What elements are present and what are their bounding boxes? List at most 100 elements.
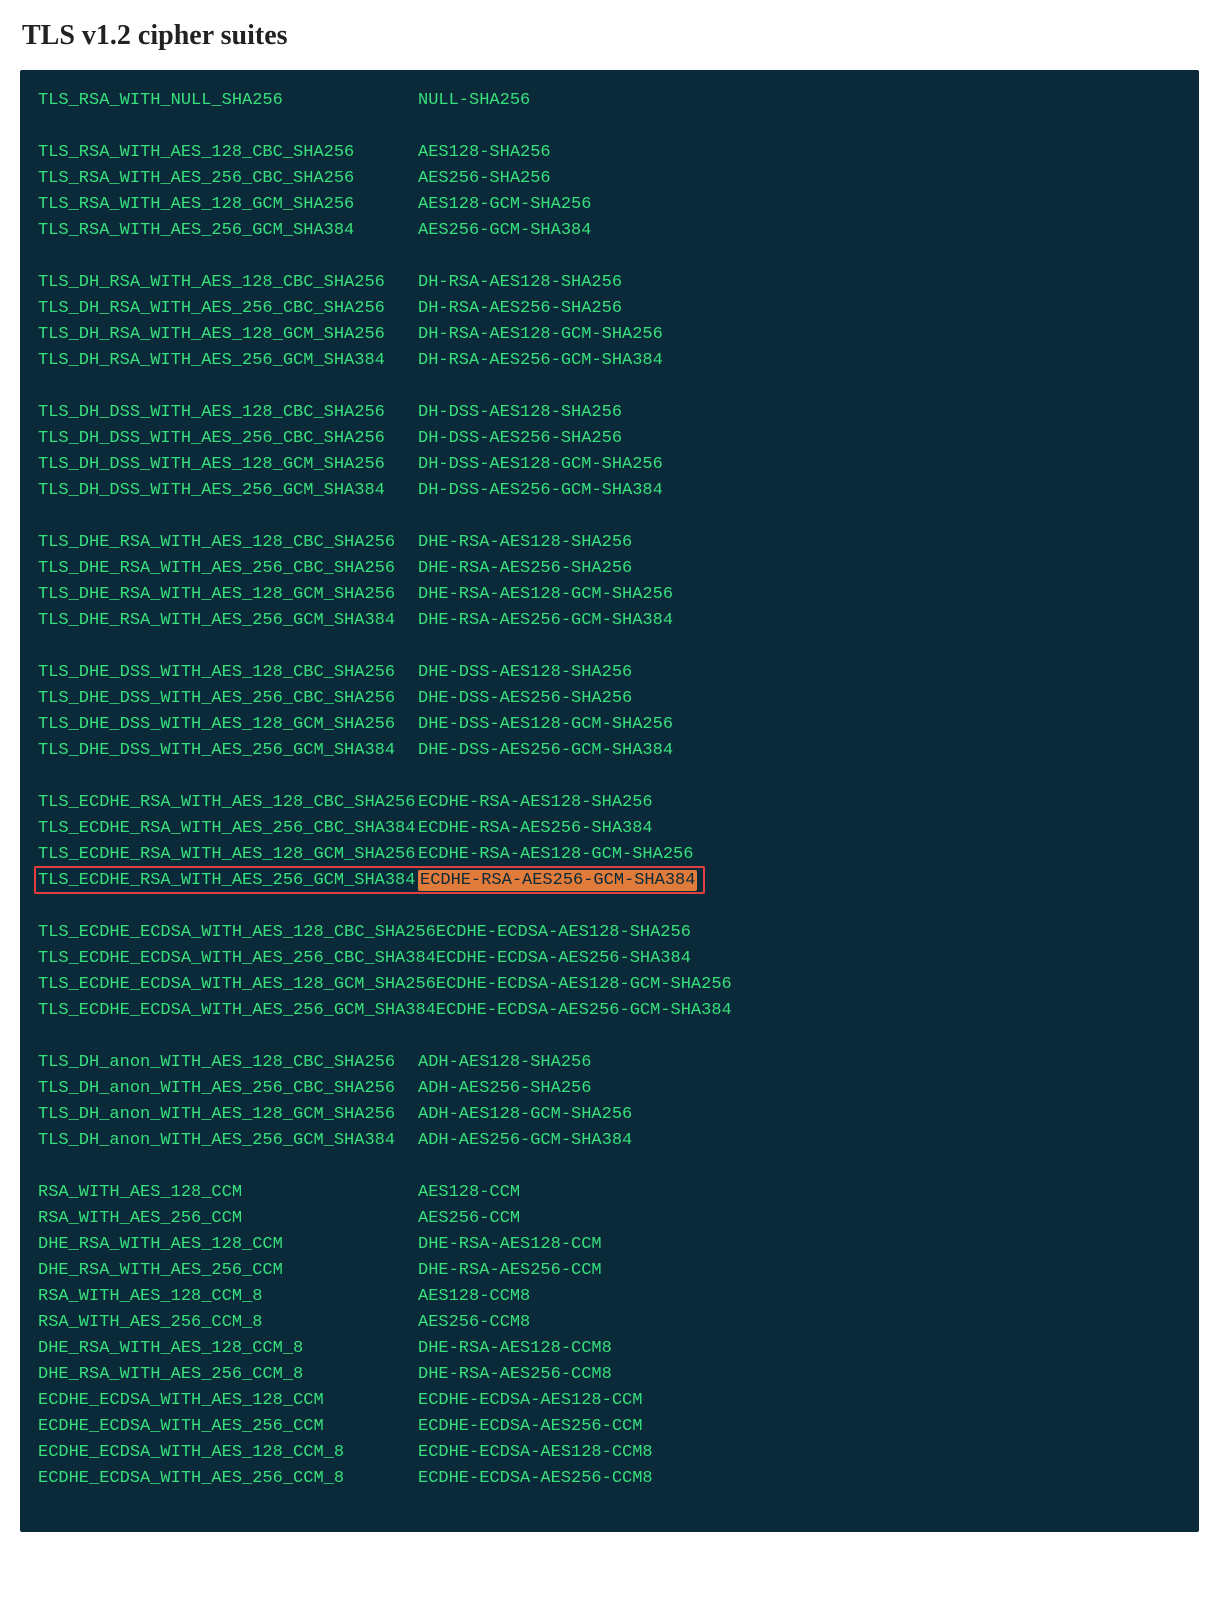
cipher-iana-name: DHE_RSA_WITH_AES_256_CCM — [38, 1258, 418, 1284]
blank-line — [38, 634, 1181, 660]
cipher-row: TLS_DH_anon_WITH_AES_128_GCM_SHA256ADH-A… — [38, 1102, 1181, 1128]
cipher-row: TLS_ECDHE_RSA_WITH_AES_256_CBC_SHA384ECD… — [38, 816, 1181, 842]
cipher-openssl-name: ECDHE-ECDSA-AES256-SHA384 — [436, 946, 691, 972]
cipher-iana-name: TLS_DH_anon_WITH_AES_128_CBC_SHA256 — [38, 1050, 418, 1076]
cipher-row: TLS_ECDHE_ECDSA_WITH_AES_256_CBC_SHA384E… — [38, 946, 1181, 972]
cipher-row: TLS_DH_RSA_WITH_AES_256_CBC_SHA256DH-RSA… — [38, 296, 1181, 322]
cipher-row: TLS_DHE_RSA_WITH_AES_128_GCM_SHA256DHE-R… — [38, 582, 1181, 608]
cipher-iana-name: TLS_ECDHE_RSA_WITH_AES_128_GCM_SHA256 — [38, 842, 418, 868]
blank-line — [38, 1154, 1181, 1180]
cipher-iana-name: TLS_DH_DSS_WITH_AES_256_GCM_SHA384 — [38, 478, 418, 504]
cipher-openssl-name: ECDHE-ECDSA-AES256-CCM — [418, 1414, 642, 1440]
cipher-iana-name: TLS_ECDHE_ECDSA_WITH_AES_128_GCM_SHA256 — [38, 972, 436, 998]
cipher-row: DHE_RSA_WITH_AES_128_CCM_8DHE-RSA-AES128… — [38, 1336, 1181, 1362]
cipher-row: TLS_DH_DSS_WITH_AES_128_CBC_SHA256DH-DSS… — [38, 400, 1181, 426]
cipher-iana-name: DHE_RSA_WITH_AES_128_CCM — [38, 1232, 418, 1258]
cipher-openssl-name: DH-RSA-AES256-SHA256 — [418, 296, 622, 322]
cipher-openssl-name: DH-DSS-AES256-GCM-SHA384 — [418, 478, 663, 504]
cipher-row: TLS_DH_DSS_WITH_AES_256_GCM_SHA384DH-DSS… — [38, 478, 1181, 504]
cipher-row: ECDHE_ECDSA_WITH_AES_128_CCMECDHE-ECDSA-… — [38, 1388, 1181, 1414]
cipher-row: TLS_DHE_DSS_WITH_AES_128_CBC_SHA256DHE-D… — [38, 660, 1181, 686]
blank-line — [38, 374, 1181, 400]
cipher-row: TLS_ECDHE_RSA_WITH_AES_128_GCM_SHA256ECD… — [38, 842, 1181, 868]
cipher-openssl-name: AES256-CCM — [418, 1206, 520, 1232]
cipher-row: TLS_ECDHE_RSA_WITH_AES_128_CBC_SHA256ECD… — [38, 790, 1181, 816]
blank-line — [38, 764, 1181, 790]
cipher-iana-name: TLS_RSA_WITH_AES_128_CBC_SHA256 — [38, 140, 418, 166]
cipher-iana-name: TLS_ECDHE_RSA_WITH_AES_256_CBC_SHA384 — [38, 816, 418, 842]
cipher-iana-name: RSA_WITH_AES_128_CCM_8 — [38, 1284, 418, 1310]
cipher-openssl-name: ECDHE-ECDSA-AES128-SHA256 — [436, 920, 691, 946]
cipher-iana-name: TLS_DH_anon_WITH_AES_256_GCM_SHA384 — [38, 1128, 418, 1154]
cipher-iana-name: TLS_DH_anon_WITH_AES_128_GCM_SHA256 — [38, 1102, 418, 1128]
cipher-openssl-name: DH-DSS-AES256-SHA256 — [418, 426, 622, 452]
cipher-iana-name: TLS_ECDHE_ECDSA_WITH_AES_256_GCM_SHA384 — [38, 998, 436, 1024]
cipher-openssl-name: DH-DSS-AES128-SHA256 — [418, 400, 622, 426]
cipher-iana-name: TLS_DHE_DSS_WITH_AES_128_GCM_SHA256 — [38, 712, 418, 738]
cipher-iana-name: TLS_DH_anon_WITH_AES_256_CBC_SHA256 — [38, 1076, 418, 1102]
cipher-openssl-name: DH-RSA-AES256-GCM-SHA384 — [418, 348, 663, 374]
cipher-iana-name: TLS_ECDHE_ECDSA_WITH_AES_128_CBC_SHA256 — [38, 920, 436, 946]
cipher-openssl-name: DH-RSA-AES128-GCM-SHA256 — [418, 322, 663, 348]
highlighted-cipher: ECDHE-RSA-AES256-GCM-SHA384 — [418, 870, 697, 891]
cipher-row: TLS_DHE_DSS_WITH_AES_256_CBC_SHA256DHE-D… — [38, 686, 1181, 712]
cipher-openssl-name: ADH-AES128-GCM-SHA256 — [418, 1102, 632, 1128]
cipher-openssl-name: DHE-DSS-AES256-SHA256 — [418, 686, 632, 712]
cipher-row: TLS_DH_RSA_WITH_AES_128_CBC_SHA256DH-RSA… — [38, 270, 1181, 296]
cipher-iana-name: TLS_DHE_DSS_WITH_AES_256_GCM_SHA384 — [38, 738, 418, 764]
cipher-iana-name: TLS_DHE_DSS_WITH_AES_128_CBC_SHA256 — [38, 660, 418, 686]
cipher-openssl-name: DHE-RSA-AES128-GCM-SHA256 — [418, 582, 673, 608]
cipher-row: TLS_DH_RSA_WITH_AES_256_GCM_SHA384DH-RSA… — [38, 348, 1181, 374]
cipher-openssl-name: ECDHE-ECDSA-AES128-CCM — [418, 1388, 642, 1414]
cipher-iana-name: ECDHE_ECDSA_WITH_AES_128_CCM — [38, 1388, 418, 1414]
cipher-row: RSA_WITH_AES_128_CCMAES128-CCM — [38, 1180, 1181, 1206]
cipher-openssl-name: ADH-AES128-SHA256 — [418, 1050, 591, 1076]
cipher-openssl-name: ECDHE-RSA-AES256-GCM-SHA384 — [418, 868, 697, 894]
cipher-row: TLS_DH_DSS_WITH_AES_128_GCM_SHA256DH-DSS… — [38, 452, 1181, 478]
cipher-row: TLS_ECDHE_ECDSA_WITH_AES_128_GCM_SHA256E… — [38, 972, 1181, 998]
cipher-openssl-name: DH-RSA-AES128-SHA256 — [418, 270, 622, 296]
cipher-iana-name: TLS_ECDHE_RSA_WITH_AES_256_GCM_SHA384 — [38, 868, 418, 894]
cipher-row: TLS_DH_anon_WITH_AES_256_CBC_SHA256ADH-A… — [38, 1076, 1181, 1102]
cipher-openssl-name: DHE-DSS-AES128-GCM-SHA256 — [418, 712, 673, 738]
cipher-row: TLS_DHE_RSA_WITH_AES_256_CBC_SHA256DHE-R… — [38, 556, 1181, 582]
blank-line — [38, 114, 1181, 140]
cipher-iana-name: ECDHE_ECDSA_WITH_AES_256_CCM — [38, 1414, 418, 1440]
cipher-row: TLS_RSA_WITH_AES_128_CBC_SHA256AES128-SH… — [38, 140, 1181, 166]
cipher-row: RSA_WITH_AES_256_CCM_8AES256-CCM8 — [38, 1310, 1181, 1336]
cipher-row: TLS_DH_RSA_WITH_AES_128_GCM_SHA256DH-RSA… — [38, 322, 1181, 348]
cipher-row: ECDHE_ECDSA_WITH_AES_256_CCMECDHE-ECDSA-… — [38, 1414, 1181, 1440]
cipher-row: TLS_DH_DSS_WITH_AES_256_CBC_SHA256DH-DSS… — [38, 426, 1181, 452]
cipher-openssl-name: ECDHE-RSA-AES128-SHA256 — [418, 790, 653, 816]
cipher-row: TLS_RSA_WITH_AES_256_CBC_SHA256AES256-SH… — [38, 166, 1181, 192]
blank-line — [38, 244, 1181, 270]
cipher-openssl-name: ECDHE-ECDSA-AES256-GCM-SHA384 — [436, 998, 732, 1024]
cipher-iana-name: ECDHE_ECDSA_WITH_AES_256_CCM_8 — [38, 1466, 418, 1492]
cipher-suite-codeblock: TLS_RSA_WITH_NULL_SHA256NULL-SHA256TLS_R… — [20, 70, 1199, 1532]
cipher-iana-name: TLS_DH_DSS_WITH_AES_128_GCM_SHA256 — [38, 452, 418, 478]
cipher-iana-name: RSA_WITH_AES_256_CCM_8 — [38, 1310, 418, 1336]
cipher-openssl-name: AES128-GCM-SHA256 — [418, 192, 591, 218]
cipher-iana-name: DHE_RSA_WITH_AES_128_CCM_8 — [38, 1336, 418, 1362]
cipher-row: TLS_ECDHE_RSA_WITH_AES_256_GCM_SHA384ECD… — [38, 868, 1181, 894]
cipher-iana-name: TLS_DHE_RSA_WITH_AES_128_CBC_SHA256 — [38, 530, 418, 556]
cipher-openssl-name: DHE-RSA-AES256-CCM — [418, 1258, 602, 1284]
blank-line — [38, 894, 1181, 920]
cipher-row: TLS_DHE_RSA_WITH_AES_128_CBC_SHA256DHE-R… — [38, 530, 1181, 556]
cipher-iana-name: TLS_DH_DSS_WITH_AES_128_CBC_SHA256 — [38, 400, 418, 426]
cipher-row: TLS_RSA_WITH_NULL_SHA256NULL-SHA256 — [38, 88, 1181, 114]
cipher-iana-name: TLS_RSA_WITH_NULL_SHA256 — [38, 88, 418, 114]
cipher-openssl-name: AES256-CCM8 — [418, 1310, 530, 1336]
cipher-row: RSA_WITH_AES_256_CCMAES256-CCM — [38, 1206, 1181, 1232]
cipher-row: TLS_DHE_DSS_WITH_AES_256_GCM_SHA384DHE-D… — [38, 738, 1181, 764]
cipher-openssl-name: DH-DSS-AES128-GCM-SHA256 — [418, 452, 663, 478]
cipher-iana-name: RSA_WITH_AES_128_CCM — [38, 1180, 418, 1206]
cipher-openssl-name: ECDHE-ECDSA-AES128-CCM8 — [418, 1440, 653, 1466]
cipher-openssl-name: AES256-GCM-SHA384 — [418, 218, 591, 244]
cipher-row: TLS_DHE_DSS_WITH_AES_128_GCM_SHA256DHE-D… — [38, 712, 1181, 738]
cipher-iana-name: TLS_DHE_RSA_WITH_AES_256_CBC_SHA256 — [38, 556, 418, 582]
cipher-iana-name: TLS_DHE_RSA_WITH_AES_128_GCM_SHA256 — [38, 582, 418, 608]
cipher-row: ECDHE_ECDSA_WITH_AES_256_CCM_8ECDHE-ECDS… — [38, 1466, 1181, 1492]
section-heading: TLS v1.2 cipher suites — [22, 20, 1199, 52]
cipher-openssl-name: ECDHE-RSA-AES256-SHA384 — [418, 816, 653, 842]
